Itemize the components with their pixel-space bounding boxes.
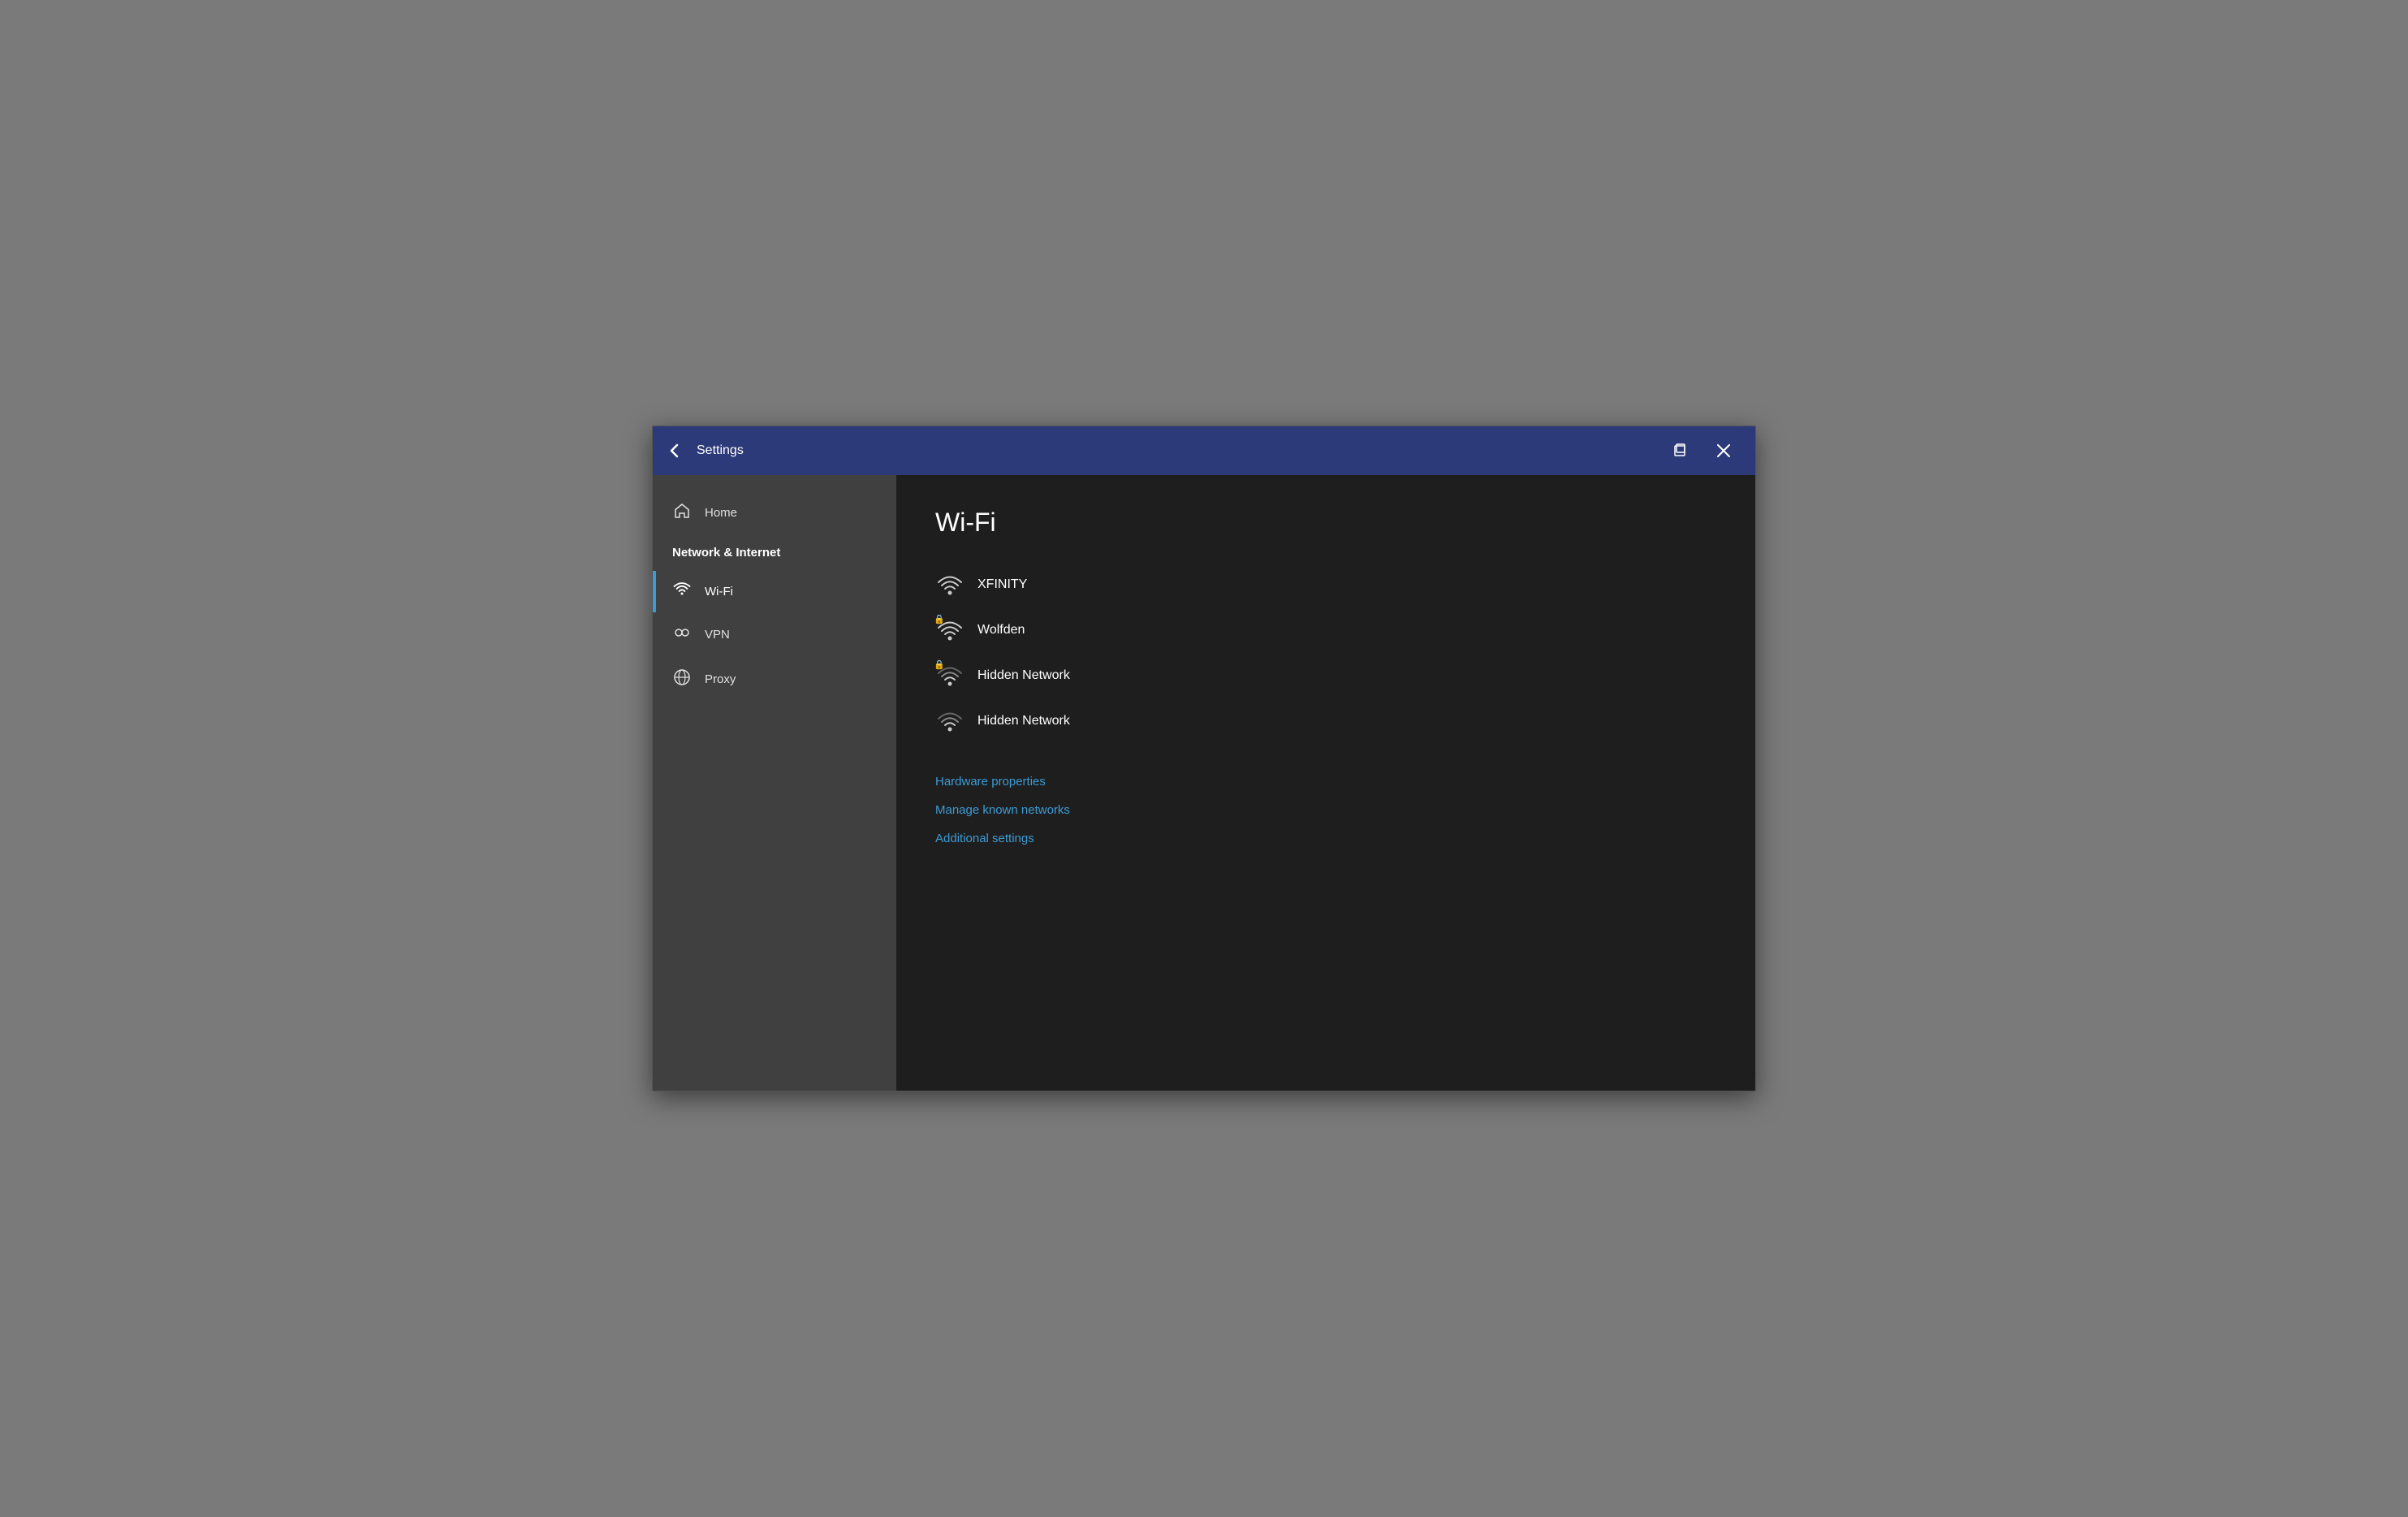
lock-icon-hidden1: 🔒	[934, 659, 945, 670]
network-item-hidden2[interactable]: Hidden Network	[935, 700, 1716, 742]
network-name-wolfden: Wolfden	[977, 623, 1025, 637]
network-icons-hidden2	[935, 707, 964, 736]
window-controls	[1661, 434, 1742, 467]
additional-settings-link[interactable]: Additional settings	[935, 832, 1716, 845]
page-title: Wi-Fi	[935, 508, 1716, 538]
sidebar-item-vpn[interactable]: VPN	[653, 612, 896, 657]
hardware-properties-link[interactable]: Hardware properties	[935, 775, 1716, 789]
main-content: Home Network & Internet Wi-Fi	[653, 475, 1755, 1091]
restore-button[interactable]	[1661, 434, 1698, 467]
sidebar: Home Network & Internet Wi-Fi	[653, 475, 896, 1091]
sidebar-item-proxy[interactable]: Proxy	[653, 657, 896, 702]
network-name-hidden2: Hidden Network	[977, 714, 1070, 728]
wifi-label: Wi-Fi	[705, 585, 733, 599]
wifi-icon	[672, 582, 692, 601]
vpn-icon	[672, 624, 692, 646]
home-icon	[672, 503, 692, 523]
proxy-label: Proxy	[705, 672, 736, 686]
network-icons-xfinity	[935, 570, 964, 599]
close-button[interactable]	[1705, 434, 1742, 467]
back-button[interactable]	[666, 442, 684, 460]
content-panel: Wi-Fi XFINITY	[896, 475, 1755, 1091]
network-item-xfinity[interactable]: XFINITY	[935, 564, 1716, 606]
vpn-label: VPN	[705, 628, 730, 642]
network-icons-hidden1: 🔒	[935, 661, 964, 690]
home-label: Home	[705, 506, 737, 520]
window-title: Settings	[697, 443, 1661, 458]
titlebar: Settings	[653, 426, 1755, 475]
network-item-hidden1[interactable]: 🔒 Hidden Network	[935, 655, 1716, 697]
proxy-icon	[672, 668, 692, 690]
sidebar-section-network: Network & Internet	[653, 534, 896, 571]
settings-window: Settings	[652, 426, 1756, 1091]
sidebar-item-home[interactable]: Home	[653, 491, 896, 534]
network-icons-wolfden: 🔒	[935, 616, 964, 645]
network-name-hidden1: Hidden Network	[977, 668, 1070, 683]
sidebar-item-wifi[interactable]: Wi-Fi	[653, 571, 896, 612]
network-item-wolfden[interactable]: 🔒 Wolfden	[935, 609, 1716, 651]
lock-icon-wolfden: 🔒	[934, 614, 945, 625]
network-list: XFINITY 🔒 Wolfden	[935, 564, 1716, 742]
settings-links: Hardware properties Manage known network…	[935, 775, 1716, 845]
manage-networks-link[interactable]: Manage known networks	[935, 803, 1716, 817]
network-name-xfinity: XFINITY	[977, 577, 1027, 592]
network-section-label: Network & Internet	[672, 546, 780, 560]
